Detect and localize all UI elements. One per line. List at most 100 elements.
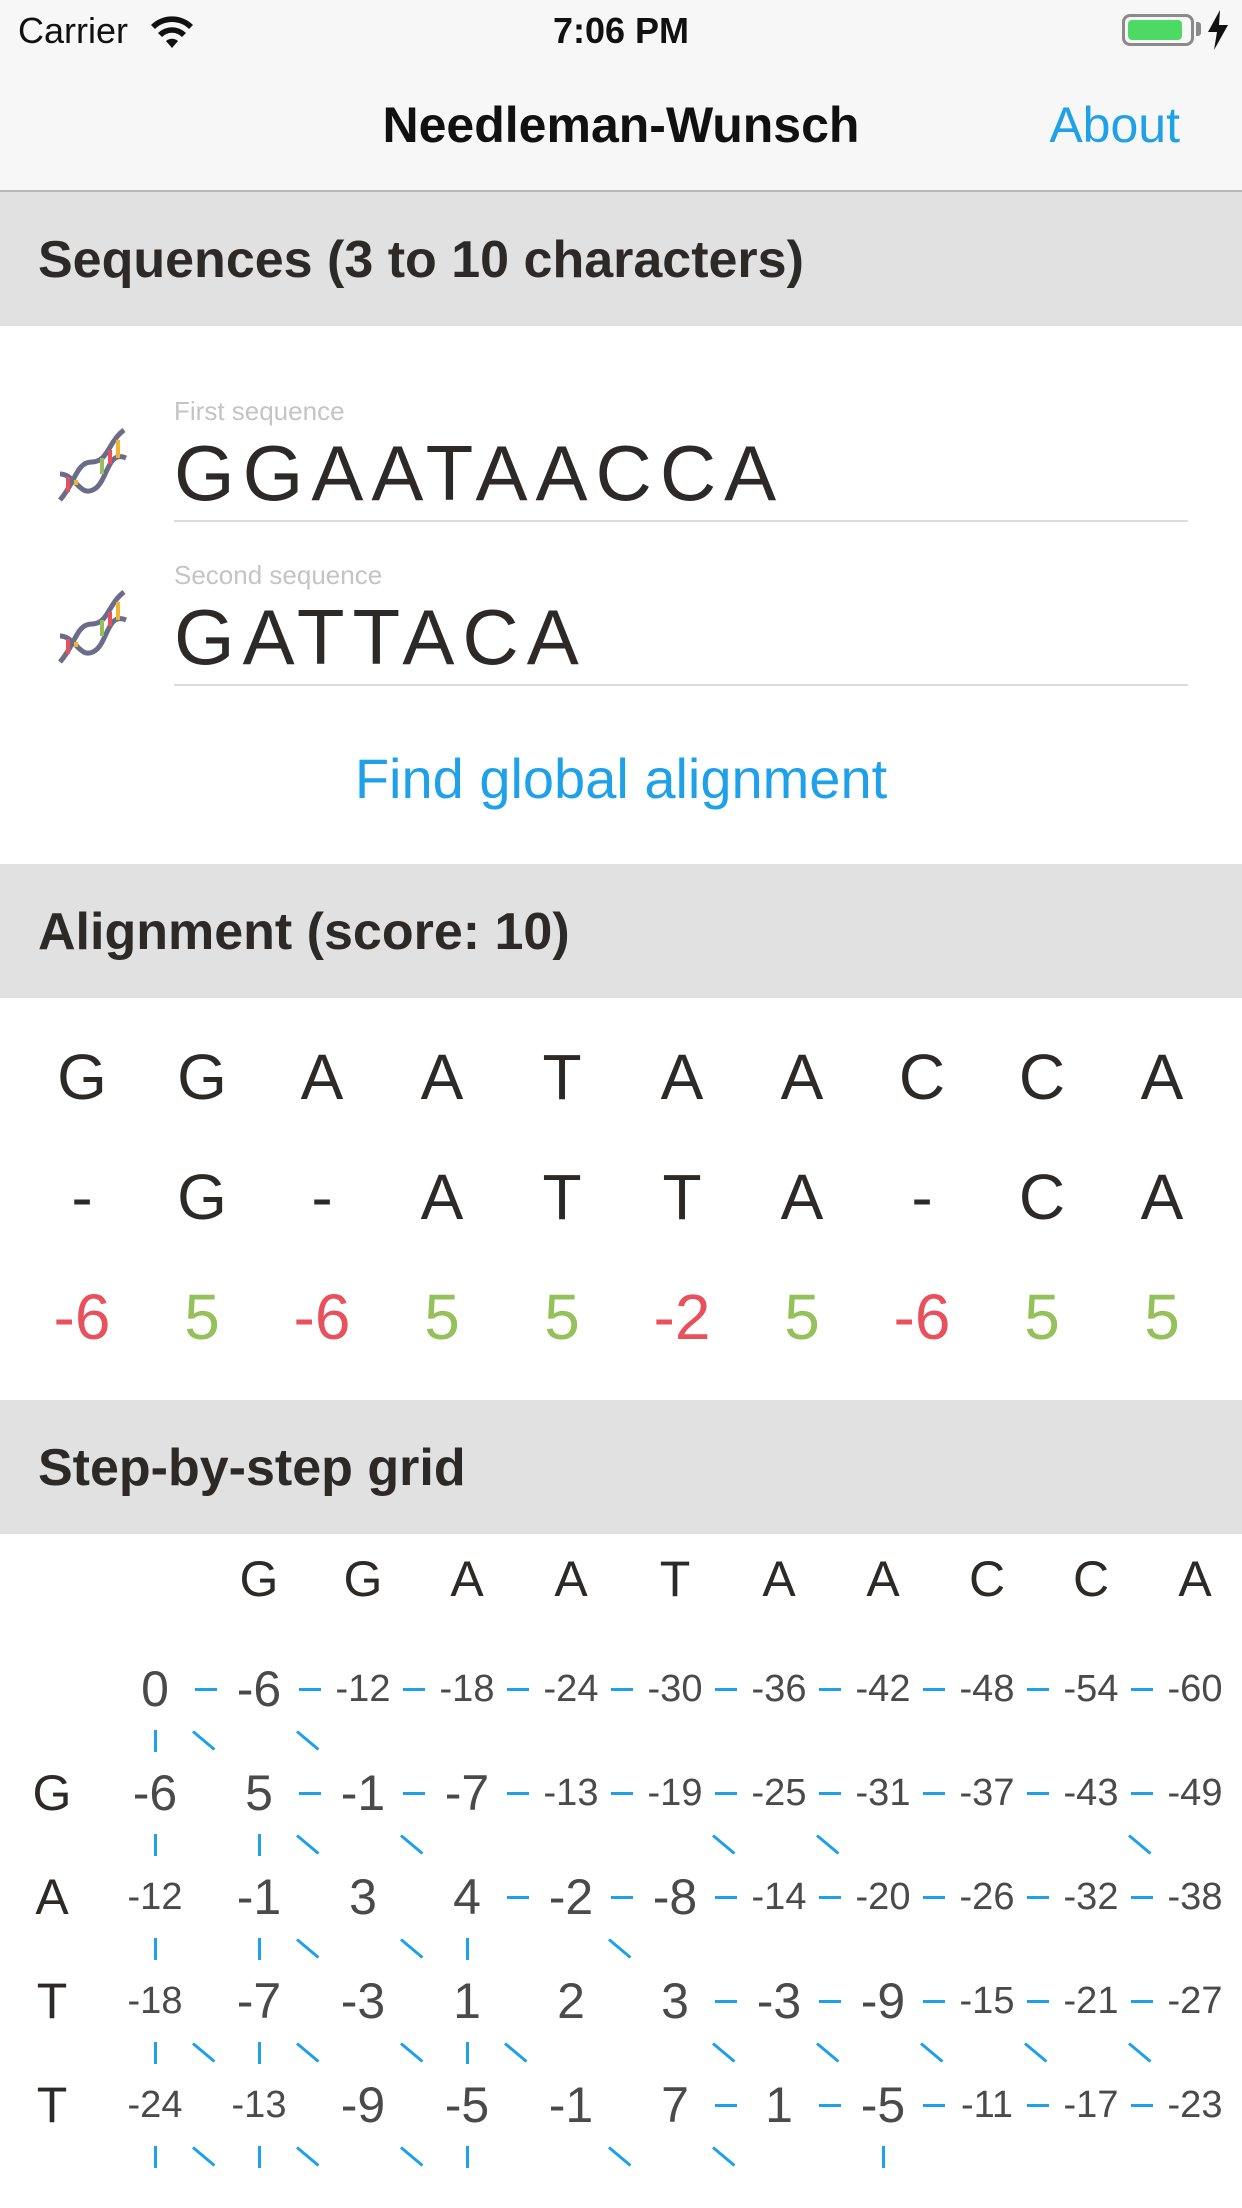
grid-cell: -31 (855, 1772, 911, 1814)
grid-left-arrow (1131, 2104, 1153, 2107)
grid-left-arrow (819, 2000, 841, 2003)
grid-diagonal-arrow (920, 2042, 944, 2063)
grid-up-arrow (466, 2042, 469, 2064)
grid-column-label: A (450, 1551, 484, 1607)
grid-left-arrow (403, 1792, 425, 1795)
grid-left-arrow (1131, 2000, 1153, 2003)
grid-cell: -9 (340, 2077, 386, 2133)
grid-left-arrow (1027, 2000, 1049, 2003)
grid-diagonal-arrow (296, 1834, 320, 1855)
grid-up-arrow (466, 2146, 469, 2168)
grid-cell: -6 (236, 1661, 282, 1717)
sequences-section-header: Sequences (3 to 10 characters) (0, 192, 1242, 326)
alignment-char: G (177, 1161, 227, 1233)
grid-cell: -3 (340, 1973, 386, 2029)
alignment-char: T (542, 1161, 582, 1233)
grid-diagonal-arrow (296, 1938, 320, 1959)
find-global-alignment-button[interactable]: Find global alignment (0, 746, 1242, 811)
alignment-char: C (1018, 1161, 1066, 1233)
grid-up-arrow (154, 1938, 157, 1960)
grid-cell: -2 (548, 1869, 594, 1925)
second-sequence-label: Second sequence (174, 560, 383, 590)
step-by-step-grid: G G A A T A A C C A G A T T 0 -6 -12 -18 -24 -30 -36 -42 -48 -5… (0, 1534, 1242, 2208)
alignment-score-row: -6 5 -6 5 5 -2 5 -6 5 5 (0, 1280, 1242, 1380)
grid-diagonal-arrow (1024, 2042, 1048, 2063)
grid-diagonal-arrow (296, 2042, 320, 2063)
grid-up-arrow (258, 2042, 261, 2064)
grid-up-arrow (466, 1938, 469, 1960)
grid-up-arrow (258, 2146, 261, 2168)
grid-column-label: A (554, 1551, 588, 1607)
alignment-score: 5 (784, 1281, 820, 1353)
grid-cell: -19 (647, 1772, 703, 1814)
grid-left-arrow (923, 1688, 945, 1691)
grid-cell: -7 (236, 1973, 282, 2029)
grid-left-arrow (923, 2104, 945, 2107)
grid-diagonal-arrow (816, 2042, 840, 2063)
grid-cell: -27 (1167, 1980, 1223, 2022)
alignment-char: A (300, 1041, 344, 1113)
alignment-char: T (542, 1041, 582, 1113)
grid-diagonal-arrow (504, 2042, 528, 2063)
grid-column-label: C (1072, 1551, 1110, 1607)
alignment-section-title: Alignment (score: 10) (38, 903, 570, 961)
grid-left-arrow (611, 1896, 633, 1899)
grid-up-arrow (154, 2146, 157, 2168)
grid-cell: 7 (661, 2077, 689, 2133)
status-bar: Carrier 7:06 PM (0, 0, 1242, 62)
battery-icon (1122, 14, 1194, 46)
grid-cell: -38 (1167, 1876, 1223, 1918)
grid-column-label: C (968, 1551, 1006, 1607)
grid-left-arrow (1131, 1792, 1153, 1795)
alignment-char: C (898, 1041, 946, 1113)
grid-left-arrow (819, 1792, 841, 1795)
grid-cell: 3 (349, 1869, 377, 1925)
grid-cell: -13 (231, 2084, 287, 2126)
grid-left-arrow (819, 1688, 841, 1691)
grid-diagonal-arrow (712, 1834, 736, 1855)
grid-left-arrow (299, 1792, 321, 1795)
grid-up-arrow (154, 1730, 157, 1752)
alignment-score: 5 (1024, 1281, 1060, 1353)
grid-cell: 5 (245, 1765, 273, 1821)
grid-left-arrow (611, 1688, 633, 1691)
grid-column-label: T (659, 1551, 691, 1607)
first-sequence-input[interactable] (174, 428, 1186, 519)
grid-diagonal-arrow (296, 2146, 320, 2167)
grid-left-arrow (715, 1688, 737, 1691)
grid-cell: -5 (444, 2077, 490, 2133)
grid-left-arrow (819, 2104, 841, 2107)
grid-cell: -21 (1063, 1980, 1119, 2022)
second-sequence-input[interactable] (174, 592, 1186, 683)
grid-cell: -14 (751, 1876, 807, 1918)
grid-left-arrow (1027, 2104, 1049, 2107)
grid-diagonal-arrow (400, 1834, 424, 1855)
navigation-bar: Needleman-Wunsch About (0, 62, 1242, 192)
about-button[interactable]: About (1049, 96, 1180, 154)
alignment-score: -6 (53, 1281, 111, 1353)
grid-cell: -18 (439, 1668, 495, 1710)
grid-cell: -54 (1063, 1668, 1119, 1710)
grid-cell: -24 (127, 2084, 183, 2126)
grid-up-arrow (154, 1834, 157, 1856)
grid-cell: -37 (959, 1772, 1015, 1814)
grid-section-header: Step-by-step grid (0, 1400, 1242, 1534)
grid-cell: 3 (661, 1973, 689, 2029)
grid-up-arrow (258, 1834, 261, 1856)
grid-column-label: A (762, 1551, 796, 1607)
alignment-char: G (177, 1041, 227, 1113)
grid-left-arrow (507, 1688, 529, 1691)
alignment-score: -6 (293, 1281, 351, 1353)
first-sequence-underline (174, 520, 1188, 522)
alignment-score: 5 (544, 1281, 580, 1353)
grid-cell: -1 (340, 1765, 386, 1821)
grid-left-arrow (611, 1792, 633, 1795)
alignment-char: A (660, 1041, 704, 1113)
grid-cell: -36 (751, 1668, 807, 1710)
grid-cell: -60 (1167, 1668, 1223, 1710)
grid-diagonal-arrow (608, 1938, 632, 1959)
alignment-score: 5 (184, 1281, 220, 1353)
dna-icon (58, 590, 128, 664)
grid-left-arrow (715, 2000, 737, 2003)
alignment-score: -2 (653, 1281, 711, 1353)
